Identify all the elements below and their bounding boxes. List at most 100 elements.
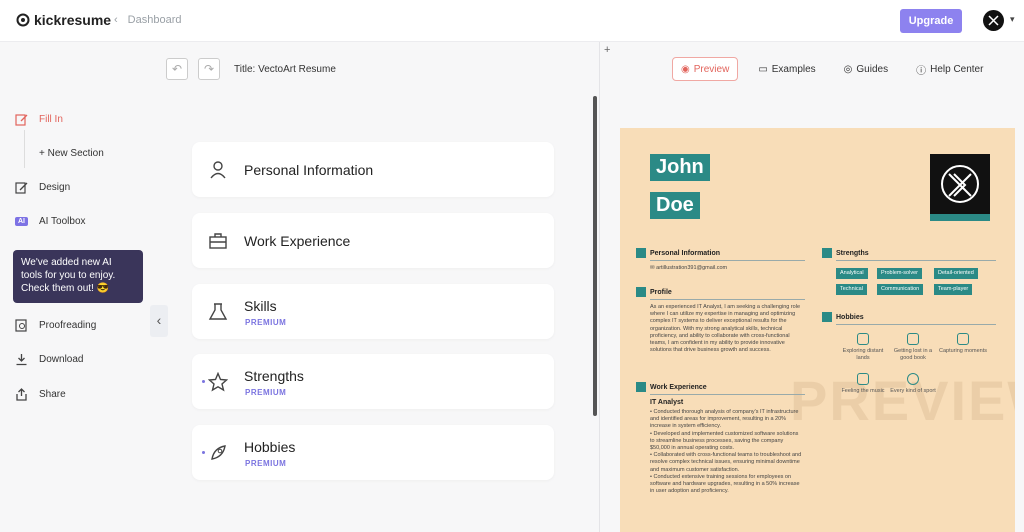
sidebar-item-design[interactable]: Design — [14, 180, 70, 195]
sidebar-item-download[interactable]: Download — [14, 352, 83, 367]
strength-tag: Problem-solver — [877, 268, 922, 279]
chevron-down-icon[interactable]: ▾ — [1010, 14, 1015, 25]
sidebar-item-proofreading[interactable]: Proofreading — [14, 318, 96, 333]
premium-badge: PREMIUM — [245, 388, 287, 397]
hobby-sport: Every kind of sport — [888, 373, 938, 395]
hobby-reading: Getting lost in a good book — [888, 333, 938, 362]
section-name: Work Experience — [244, 233, 351, 249]
avatar[interactable] — [983, 10, 1004, 31]
nav-connector — [24, 130, 25, 168]
tab-label: Guides — [856, 63, 889, 75]
section-skills[interactable]: Skills PREMIUM — [192, 284, 554, 339]
resume-email: ✉ artillustration391@gmail.com — [650, 265, 728, 271]
logo-text: kickresume — [34, 12, 112, 28]
section-hobbies[interactable]: Hobbies PREMIUM — [192, 425, 554, 480]
premium-badge: PREMIUM — [245, 318, 287, 327]
sidebar-item-label: Share — [39, 389, 66, 400]
kickresume-logo[interactable]: kickresume — [16, 12, 111, 28]
sidebar-item-label: Proofreading — [39, 320, 97, 331]
book-icon: ▭ — [758, 63, 768, 75]
rule — [836, 324, 996, 325]
strength-tag: Team-player — [934, 284, 973, 295]
chevron-left-icon: ‹ — [114, 14, 118, 26]
hobby-photography: Capturing moments — [938, 333, 988, 355]
breadcrumb-dashboard[interactable]: Dashboard — [128, 14, 182, 26]
tab-label: Help Center — [930, 63, 984, 75]
strength-tag: Detail-oriented — [934, 268, 978, 279]
sidebar: Fill In + New Section Design AI AI Toolb… — [0, 42, 168, 532]
undo-icon: ↶ — [171, 62, 183, 76]
camera-icon — [957, 333, 969, 345]
tab-help-center[interactable]: ⓘ Help Center — [908, 57, 991, 81]
tab-preview[interactable]: ◉ Preview — [672, 57, 739, 81]
rule — [650, 299, 805, 300]
sidebar-item-label: Design — [39, 182, 71, 193]
strength-tag: Analytical — [836, 268, 868, 279]
ball-icon — [907, 373, 919, 385]
plus-icon[interactable]: + — [604, 44, 610, 56]
dot — [202, 451, 205, 454]
star-icon — [208, 372, 228, 392]
section-strengths[interactable]: Strengths PREMIUM — [192, 354, 554, 409]
resume-heading-profile: Profile — [636, 287, 672, 297]
top-bar: kickresume ‹ Dashboard Upgrade ▾ — [0, 0, 1024, 42]
ai-tooltip: We've added new AI tools for you to enjo… — [13, 250, 143, 303]
music-icon — [857, 373, 869, 385]
proofread-icon — [14, 318, 29, 333]
sidebar-item-ai-toolbox[interactable]: AI AI Toolbox — [14, 214, 86, 229]
resume-first-name: John — [650, 154, 710, 181]
rule — [836, 260, 996, 261]
rule — [650, 260, 805, 261]
sidebar-item-share[interactable]: Share — [14, 387, 66, 402]
sidebar-item-new-section[interactable]: + New Section — [39, 148, 104, 159]
resume-bullets: • Conducted thorough analysis of company… — [650, 409, 802, 495]
tab-examples[interactable]: ▭ Examples — [750, 57, 823, 81]
sidebar-item-label: Download — [39, 354, 84, 365]
hobby-music: Feeling the music — [838, 373, 888, 395]
rule — [650, 394, 805, 395]
resume-heading-strengths: Strengths — [822, 248, 869, 258]
resume-preview[interactable]: PREVIEW John Doe Personal Information ✉ … — [620, 128, 1015, 532]
eye-icon: ◉ — [681, 63, 690, 75]
breadcrumb[interactable]: ‹ Dashboard — [114, 14, 182, 26]
redo-icon: ↷ — [203, 62, 215, 76]
ai-icon: AI — [14, 214, 29, 229]
briefcase-icon — [209, 233, 227, 249]
premium-badge: PREMIUM — [245, 459, 287, 468]
resume-profile: As an experienced IT Analyst, I am seeki… — [650, 304, 801, 354]
resume-last-name: Doe — [650, 192, 700, 219]
strength-tag: Technical — [836, 284, 867, 295]
sidebar-item-label: Fill In — [39, 114, 63, 125]
resume-title[interactable]: Title: VectoArt Resume — [234, 64, 336, 75]
section-name: Skills — [244, 298, 277, 314]
collapse-sidebar-button[interactable]: ‹ — [150, 305, 168, 337]
undo-button[interactable]: ↶ — [166, 58, 188, 80]
rocket-icon — [211, 445, 226, 460]
upgrade-button[interactable]: Upgrade — [900, 9, 962, 33]
pane-divider[interactable] — [599, 42, 600, 532]
section-name: Strengths — [244, 368, 304, 384]
editor-toolbar: ↶ ↷ Title: VectoArt Resume — [166, 58, 336, 80]
tab-guides[interactable]: ◎ Guides — [836, 57, 896, 81]
resume-photo — [930, 154, 990, 220]
tab-label: Preview — [693, 63, 730, 75]
sidebar-item-label: AI Toolbox — [39, 216, 86, 227]
preview-tabs: ◉ Preview ▭ Examples ◎ Guides ⓘ Help Center — [672, 57, 991, 81]
share-icon — [14, 387, 29, 402]
sidebar-item-label: + New Section — [39, 148, 104, 159]
brush-icon — [14, 180, 29, 195]
download-icon — [14, 352, 29, 367]
redo-button[interactable]: ↷ — [198, 58, 220, 80]
section-name: Personal Information — [244, 162, 374, 178]
photo-accent — [930, 214, 990, 221]
edit-icon — [14, 112, 29, 127]
resume-heading-work: Work Experience — [636, 382, 707, 392]
section-personal-information[interactable]: Personal Information — [192, 142, 554, 197]
section-work-experience[interactable]: Work Experience — [192, 213, 554, 268]
resume-job-title: IT Analyst — [650, 399, 684, 406]
sidebar-item-fill-in[interactable]: Fill In — [14, 112, 63, 127]
plane-icon — [857, 333, 869, 345]
dot — [202, 380, 205, 383]
resume-heading-hobbies: Hobbies — [822, 312, 864, 322]
editor-scrollbar[interactable] — [593, 96, 597, 416]
